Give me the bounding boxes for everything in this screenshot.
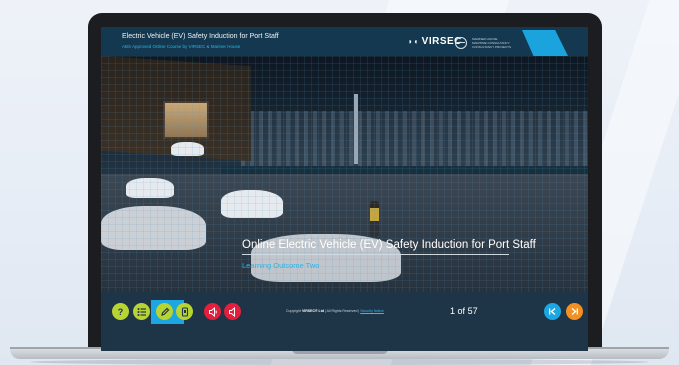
mariner-house-logo: MARINER HOUSE MARITIME CONSULTANCY CONSU… [472, 37, 511, 49]
help-button[interactable]: ? [112, 303, 129, 320]
help-icon: ? [117, 306, 124, 317]
slide-subtitle: Learning Outcome Two [242, 261, 320, 270]
virsec-mark-icon: ◗◖ [408, 37, 419, 46]
page-counter: 1 of 57 [450, 306, 478, 316]
course-title: Electric Vehicle (EV) Safety Induction f… [122, 33, 279, 40]
course-header: Electric Vehicle (EV) Safety Induction f… [101, 27, 588, 56]
slide-title: Online Electric Vehicle (EV) Safety Indu… [242, 239, 536, 251]
pencil-icon [160, 307, 169, 316]
copyright-brand: VIRSEC® Ltd [301, 309, 324, 313]
course-screen: Electric Vehicle (EV) Safety Induction f… [101, 27, 588, 351]
port-background-image [101, 56, 588, 292]
chevron-right-icon [571, 307, 578, 316]
page-total: 57 [467, 306, 478, 316]
laptop-shadow [30, 359, 649, 365]
security-notice-link[interactable]: Security Notice [360, 309, 384, 313]
virsec-logo: ◗◖ VIRSEC [408, 36, 462, 47]
notes-button[interactable] [156, 303, 173, 320]
page-current: 1 [450, 306, 456, 316]
page-of: of [457, 306, 466, 316]
grid-overlay [101, 56, 588, 292]
mute-button[interactable] [224, 303, 241, 320]
next-button[interactable] [566, 303, 583, 320]
glossary-button[interactable] [176, 303, 193, 320]
audio-toggle-button[interactable] [204, 303, 221, 320]
copyright-suffix: | All Rights Reserved | [324, 309, 360, 313]
speaker-icon [228, 306, 235, 317]
speaker-icon [208, 306, 217, 317]
document-icon [181, 306, 188, 317]
copyright-notice: Copyright VIRSEC® Ltd | All Rights Reser… [286, 309, 384, 313]
previous-button[interactable] [544, 303, 561, 320]
course-subtitle: ABS Approved Online Course by VIRSEC & M… [122, 44, 241, 49]
list-icon [137, 307, 146, 316]
chevron-left-icon [549, 307, 556, 316]
header-accent-shape [522, 30, 568, 56]
partner-line: CONSULTANCY PROJECTS [472, 45, 512, 49]
menu-button[interactable] [133, 303, 150, 320]
mariner-house-icon [455, 37, 467, 49]
copyright-prefix: Copyright [286, 309, 301, 313]
title-underline [242, 254, 509, 255]
